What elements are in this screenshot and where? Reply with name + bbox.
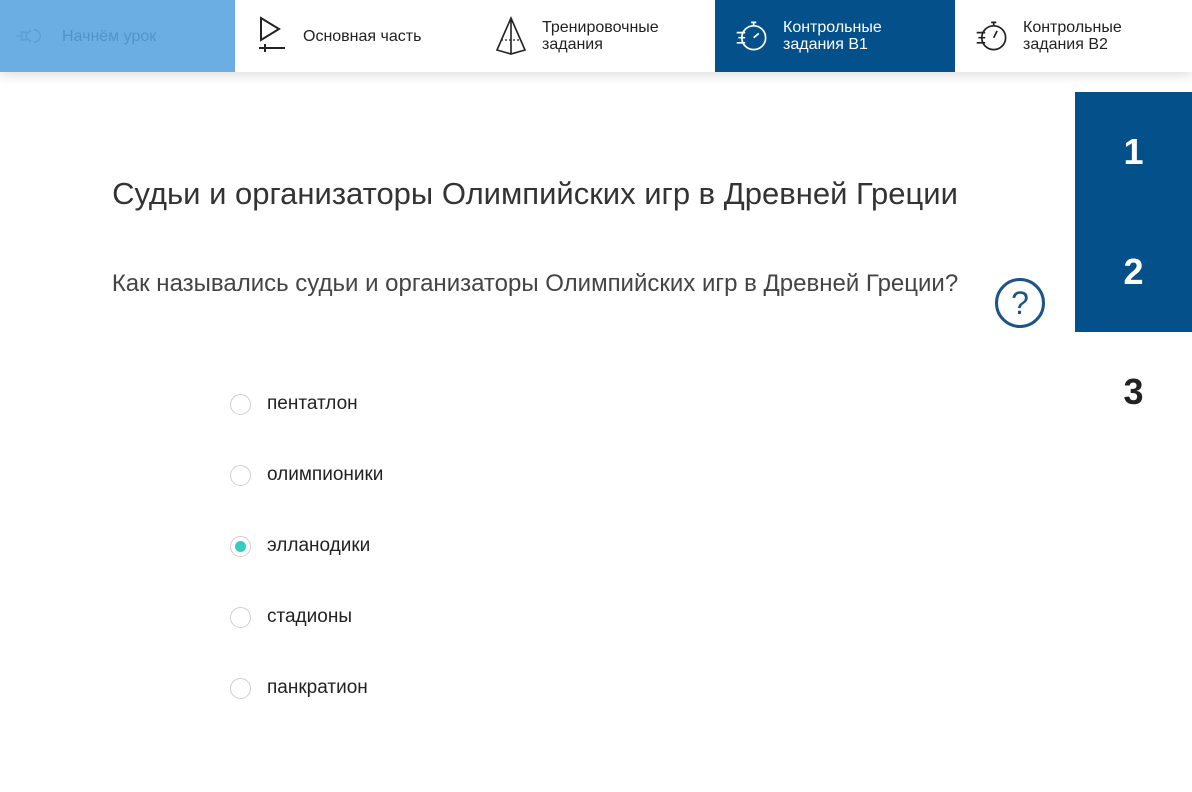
tab-label: Тренировочные задания xyxy=(542,19,659,53)
tab-label: Контрольные задания В2 xyxy=(1023,19,1122,53)
pyramid-icon xyxy=(494,16,528,56)
question-number-sidebar: 1 2 3 xyxy=(1075,92,1192,452)
question-text: Как назывались судьи и организаторы Олим… xyxy=(111,270,959,297)
radio-button[interactable] xyxy=(230,606,251,628)
stopwatch-icon xyxy=(735,16,769,56)
answer-label: элланодики xyxy=(267,535,371,556)
answer-option[interactable]: стадионы xyxy=(230,605,383,629)
tab-label: Начнём урок xyxy=(62,27,157,45)
answer-label: олимпионики xyxy=(267,464,384,485)
answer-option[interactable]: олимпионики xyxy=(230,463,383,487)
answer-option[interactable]: пентатлон xyxy=(230,392,383,416)
answer-option[interactable]: элланодики xyxy=(230,534,383,558)
radio-button[interactable] xyxy=(230,393,251,415)
answer-options: пентатлон олимпионики элланодики стадион… xyxy=(230,392,383,747)
tab-label: Основная часть xyxy=(303,27,422,45)
question-number-3[interactable]: 3 xyxy=(1075,332,1192,452)
play-icon xyxy=(255,16,289,56)
tab-control-b2[interactable]: Контрольные задания В2 xyxy=(955,0,1192,72)
stopwatch-icon xyxy=(975,16,1009,56)
tab-start-lesson[interactable]: Начнём урок xyxy=(0,0,235,72)
answer-label: пентатлон xyxy=(267,393,358,414)
help-icon[interactable]: ? xyxy=(995,278,1045,328)
answer-label: панкратион xyxy=(267,677,368,698)
radio-button[interactable] xyxy=(230,464,251,486)
plug-icon xyxy=(14,16,48,56)
answer-label: стадионы xyxy=(267,606,352,627)
answer-option[interactable]: панкратион xyxy=(230,676,383,700)
radio-button[interactable] xyxy=(230,535,251,557)
question-number-2[interactable]: 2 xyxy=(1075,212,1192,332)
task-title: Судьи и организаторы Олимпийских игр в Д… xyxy=(112,176,958,211)
tab-main-part[interactable]: Основная часть xyxy=(235,0,470,72)
tab-control-b1[interactable]: Контрольные задания В1 xyxy=(715,0,955,72)
tab-label: Контрольные задания В1 xyxy=(783,19,882,53)
question-number-1[interactable]: 1 xyxy=(1075,92,1192,212)
tab-training-tasks[interactable]: Тренировочные задания xyxy=(470,0,715,72)
radio-button[interactable] xyxy=(230,677,251,699)
top-navigation: Начнём урок Основная часть Тренировочные… xyxy=(0,0,1192,72)
